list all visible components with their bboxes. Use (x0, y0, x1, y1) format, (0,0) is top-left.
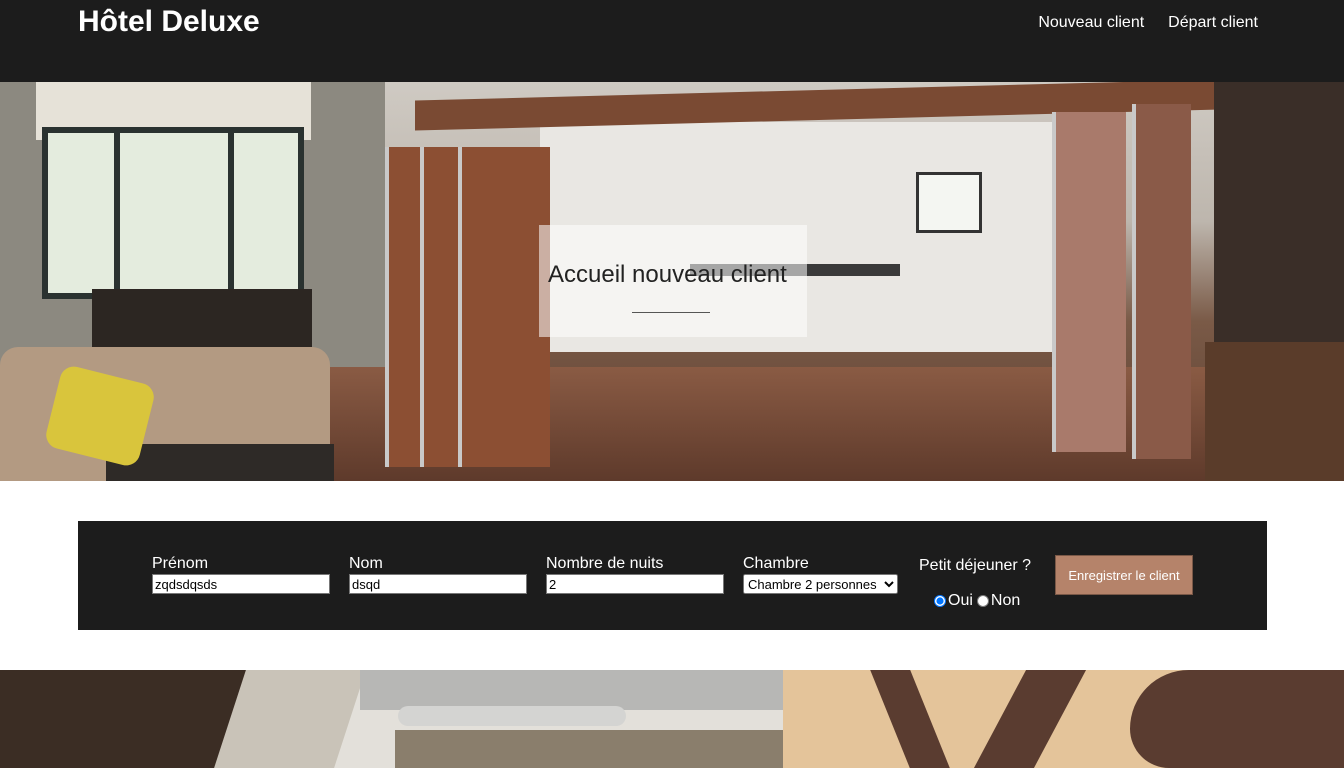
last-name-group: Nom (349, 555, 527, 594)
hero-door (420, 147, 460, 467)
room-group: Chambre Chambre 2 personnes (743, 555, 898, 594)
hero-door (385, 147, 425, 467)
breakfast-yes-label: Oui (948, 592, 973, 609)
hero-stool (1205, 342, 1344, 481)
hero-door (1052, 112, 1126, 452)
bottom-banner-duct (398, 706, 626, 726)
room-select[interactable]: Chambre 2 personnes (743, 574, 898, 594)
hero-door (458, 147, 550, 467)
hero-window (42, 127, 304, 299)
nights-label: Nombre de nuits (546, 555, 664, 572)
top-header: Hôtel Deluxe Nouveau client Départ clien… (0, 0, 1344, 82)
new-client-form: Prénom Nom Nombre de nuits Chambre Chamb… (78, 521, 1267, 630)
breakfast-yes-radio[interactable] (934, 595, 946, 607)
hero-title-underline (632, 312, 710, 313)
bottom-banner-image (0, 670, 1344, 768)
register-client-button[interactable]: Enregistrer le client (1055, 555, 1193, 595)
nav-departure-link[interactable]: Départ client (1168, 14, 1258, 32)
nights-group: Nombre de nuits (546, 555, 724, 594)
nights-input[interactable] (546, 574, 724, 594)
bottom-banner-shape (1130, 670, 1344, 768)
brand-title: Hôtel Deluxe (78, 5, 260, 38)
last-name-input[interactable] (349, 574, 527, 594)
hero-back-window (916, 172, 982, 233)
hero-door (1132, 104, 1191, 459)
first-name-label: Prénom (152, 555, 209, 572)
breakfast-no-label: Non (990, 592, 1021, 609)
breakfast-label: Petit déjeuner ? (919, 557, 1032, 574)
first-name-input[interactable] (152, 574, 330, 594)
hero-caption-box: Accueil nouveau client (539, 225, 807, 337)
hero-banner-image: Accueil nouveau client (0, 82, 1344, 481)
breakfast-radio-group: Oui Non (933, 592, 1020, 610)
room-label: Chambre (743, 555, 809, 572)
hero-title: Accueil nouveau client (548, 261, 787, 288)
main-nav: Nouveau client Départ client (1038, 14, 1258, 32)
first-name-group: Prénom (152, 555, 330, 594)
breakfast-no-radio[interactable] (976, 595, 989, 607)
last-name-label: Nom (349, 555, 383, 572)
bottom-banner-atrium (395, 730, 785, 768)
bottom-banner-roof (360, 670, 790, 710)
nav-new-client-link[interactable]: Nouveau client (1038, 14, 1144, 32)
